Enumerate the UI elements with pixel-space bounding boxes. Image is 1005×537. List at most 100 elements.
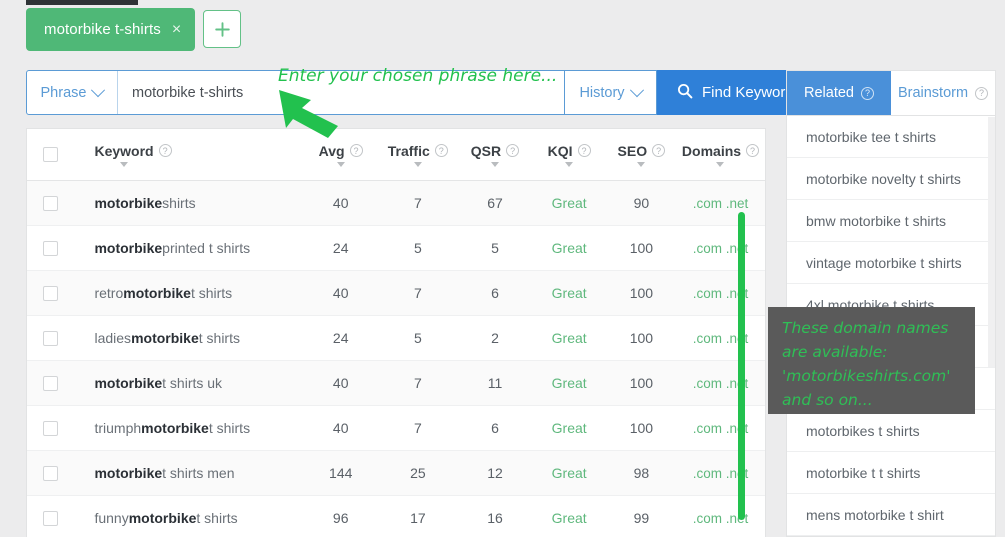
history-button[interactable]: History (565, 70, 657, 115)
table-row[interactable]: ladies motorbike t shirts 24 5 2 Great 100 .co… (27, 316, 765, 361)
help-icon[interactable]: ? (158, 144, 172, 157)
row-checkbox[interactable] (43, 465, 59, 481)
related-keywords-sidebar: Related ? Brainstorm ? motorbike tee t s… (786, 70, 996, 537)
table-row[interactable]: triumph motorbike t shirts 40 7 6 Great 100 .c… (27, 406, 765, 451)
table-body: motorbike shirts 40 7 67 Great 90 .com .net mot… (27, 181, 765, 537)
keyword-cell[interactable]: funny motorbike t shirts (74, 510, 304, 526)
row-select-cell (27, 285, 74, 301)
sort-descending-icon[interactable] (716, 161, 725, 167)
avg-cell: 40 (332, 285, 349, 301)
column-header-domains[interactable]: Domains ? (676, 143, 765, 167)
sort-descending-icon[interactable] (336, 161, 345, 167)
table-row[interactable]: funny motorbike t shirts 96 17 16 Great 99 .co… (27, 496, 765, 537)
chevron-down-icon (629, 82, 644, 97)
table-row[interactable]: motorbike printed t shirts 24 5 5 Great 100 .c… (27, 226, 765, 271)
domains-cell: .com .net (692, 195, 749, 211)
traffic-cell: 7 (413, 195, 422, 211)
column-label: Avg (318, 142, 345, 159)
sidebar-scrollbar[interactable] (988, 117, 995, 367)
column-header-seo[interactable]: SEO ? (607, 143, 676, 167)
tab-label: Brainstorm (897, 85, 969, 101)
column-label: QSR (470, 142, 502, 159)
table-row[interactable]: retro motorbike t shirts 40 7 6 Great 100 .com… (27, 271, 765, 316)
annotation-text-top: Enter your chosen phrase here... (278, 66, 558, 86)
keyword-cell[interactable]: motorbike t shirts men (74, 465, 304, 481)
row-checkbox[interactable] (43, 240, 59, 256)
row-checkbox[interactable] (43, 420, 59, 436)
sidebar-list-item[interactable]: bmw motorbike t shirts (787, 200, 995, 242)
kqi-cell: Great (551, 285, 587, 301)
row-checkbox[interactable] (43, 330, 59, 346)
kqi-cell: Great (551, 240, 587, 256)
avg-cell: 96 (332, 510, 349, 526)
avg-cell: 40 (332, 375, 349, 391)
sidebar-list-item[interactable]: mens motorbike t shirt (787, 494, 995, 536)
sort-descending-icon[interactable] (490, 161, 499, 167)
keyword-cell[interactable]: ladies motorbike t shirts (74, 330, 304, 346)
avg-cell: 144 (329, 465, 353, 481)
column-label: Keyword (94, 142, 154, 159)
keyword-cell[interactable]: retro motorbike t shirts (74, 285, 304, 301)
row-select-cell (27, 510, 74, 526)
column-header-kqi[interactable]: KQI ? (532, 143, 607, 167)
annotation-line: are available: (782, 343, 888, 361)
sort-descending-icon[interactable] (413, 161, 422, 167)
column-label: SEO (617, 142, 648, 159)
row-checkbox[interactable] (43, 285, 59, 301)
row-checkbox[interactable] (43, 195, 59, 211)
help-icon[interactable]: ? (860, 86, 874, 100)
help-icon[interactable]: ? (434, 144, 448, 157)
table-row[interactable]: motorbike shirts 40 7 67 Great 90 .com .net (27, 181, 765, 226)
close-icon[interactable]: × (172, 21, 181, 38)
tab-motorbike-t-shirts[interactable]: motorbike t-shirts × (26, 8, 196, 51)
row-checkbox[interactable] (43, 375, 59, 391)
help-icon[interactable]: ? (577, 144, 591, 157)
keyword-cell[interactable]: motorbike t shirts uk (74, 375, 304, 391)
keyword-cell[interactable]: motorbike printed t shirts (74, 240, 304, 256)
qsr-cell: 12 (487, 465, 503, 481)
help-icon[interactable]: ? (506, 144, 520, 157)
traffic-cell: 5 (413, 240, 422, 256)
domains-cell: .com .net (692, 285, 749, 301)
select-all-cell (27, 147, 74, 162)
sidebar-list-item[interactable]: motorbike novelty t shirts (787, 158, 995, 200)
table-row[interactable]: motorbike t shirts uk 40 7 11 Great 100 .com .… (27, 361, 765, 406)
seo-cell: 100 (629, 420, 654, 436)
traffic-cell: 7 (413, 420, 422, 436)
qsr-cell: 16 (487, 510, 503, 526)
help-icon[interactable]: ? (975, 86, 989, 100)
row-checkbox[interactable] (43, 510, 59, 526)
domains-cell: .com .net (692, 420, 749, 436)
keyword-cell[interactable]: triumph motorbike t shirts (74, 420, 304, 436)
help-icon[interactable]: ? (652, 144, 666, 157)
sidebar-list-item[interactable]: motorbike tee t shirts (787, 116, 995, 158)
keyword-cell[interactable]: motorbike shirts (74, 195, 304, 211)
help-icon[interactable]: ? (349, 144, 363, 157)
tab-brainstorm[interactable]: Brainstorm ? (891, 71, 995, 115)
sidebar-list-item[interactable]: vintage motorbike t shirts (787, 242, 995, 284)
kqi-cell: Great (551, 195, 587, 211)
tab-related[interactable]: Related ? (787, 71, 891, 115)
sort-descending-icon[interactable] (637, 161, 646, 167)
help-icon[interactable]: ? (746, 144, 760, 157)
column-label: Domains (681, 142, 742, 159)
chevron-down-icon (91, 82, 106, 97)
row-select-cell (27, 195, 74, 211)
add-tab-button[interactable] (203, 10, 242, 48)
table-row[interactable]: motorbike t shirts men 144 25 12 Great 98 .com… (27, 451, 765, 496)
annotation-line: These domain names (782, 319, 949, 337)
sidebar-list-item[interactable]: motorbikes t shirts (787, 410, 995, 452)
sort-descending-icon[interactable] (120, 161, 129, 167)
sidebar-list-item[interactable]: motorbike t t shirts (787, 452, 995, 494)
column-header-avg[interactable]: Avg ? (304, 143, 377, 167)
column-header-traffic[interactable]: Traffic ? (377, 143, 458, 167)
phrase-type-select[interactable]: Phrase (27, 71, 118, 114)
sort-descending-icon[interactable] (565, 161, 574, 167)
kqi-cell: Great (551, 420, 587, 436)
column-header-keyword[interactable]: Keyword ? (74, 143, 304, 167)
select-all-checkbox[interactable] (43, 147, 59, 162)
column-label: Traffic (387, 142, 430, 159)
traffic-cell: 7 (413, 375, 422, 391)
column-header-qsr[interactable]: QSR ? (458, 143, 531, 167)
seo-cell: 98 (633, 465, 650, 481)
